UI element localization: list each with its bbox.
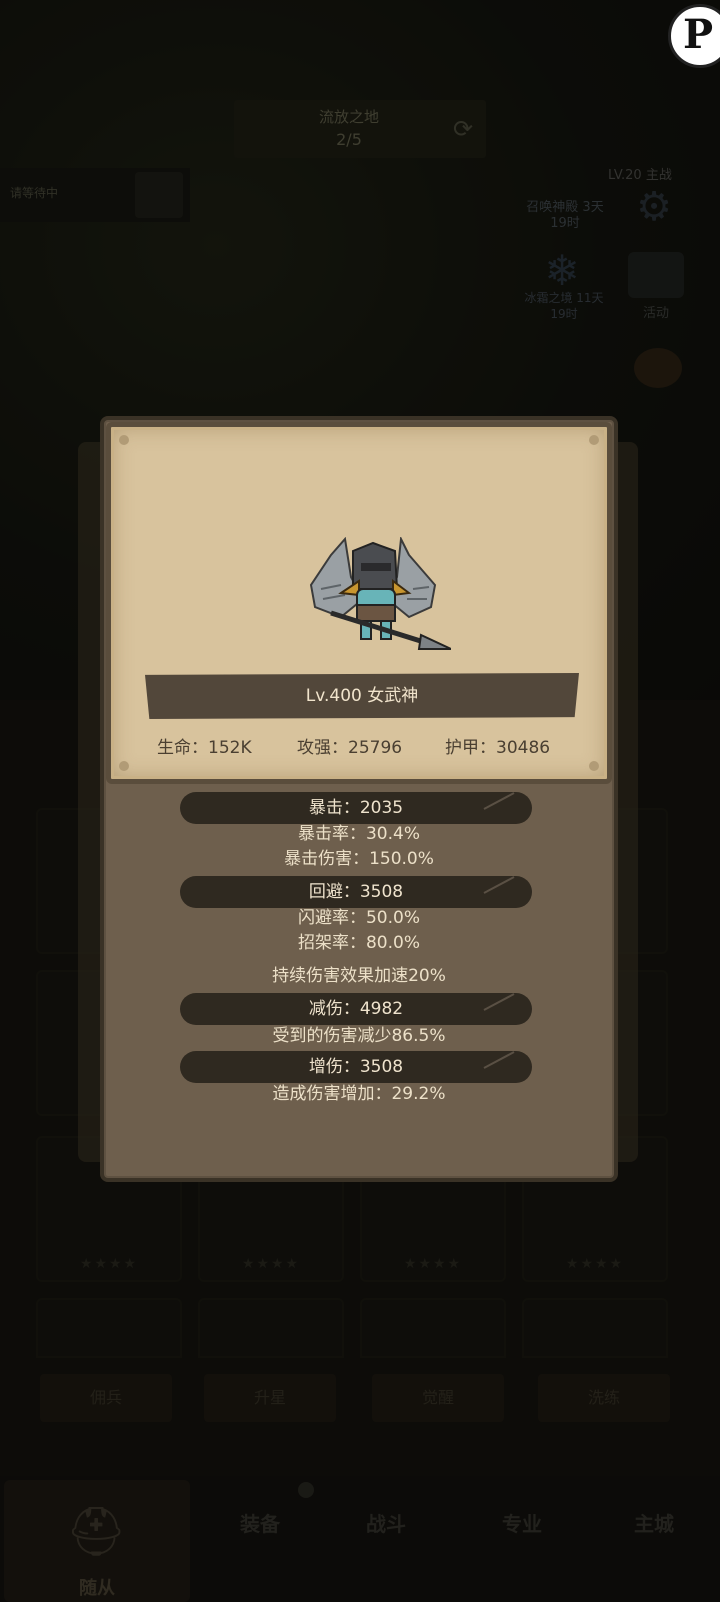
card-corner-decoration	[119, 435, 129, 445]
hp-stat: 生命：152K	[157, 738, 252, 758]
armor-stat: 护甲：30486	[445, 738, 551, 758]
star-rating-icon: ★★★★	[565, 1256, 625, 1272]
crit-stat: 暴击：2035	[308, 798, 404, 818]
attack-stat: 攻强：25796	[297, 738, 403, 758]
hero-slot[interactable]	[36, 1298, 182, 1358]
summon-event[interactable]: 召唤神殿 3天19时	[520, 150, 610, 240]
snow-event-label: 冰霜之境 11天19时	[524, 291, 604, 321]
hero-detail-dialog: Lv.400 女武神 生命：152K 攻强：25796 护甲：30486 暴击：…	[100, 416, 618, 1182]
nav-followers[interactable]: ⛑ 随从	[4, 1480, 190, 1602]
refine-button[interactable]: 洗练	[538, 1374, 670, 1422]
crit-damage: 暴击伤害：150.0%	[284, 849, 434, 869]
damage-amplify-desc: 造成伤害增加：29.2%	[272, 1084, 446, 1104]
stage-indicator[interactable]: 流放之地 2/5 ⟳	[234, 100, 486, 158]
star-up-button[interactable]: 升星	[204, 1374, 336, 1422]
activity-chest-icon[interactable]	[628, 252, 684, 298]
card-corner-decoration	[589, 761, 599, 771]
snowflake-icon[interactable]: ❄	[524, 246, 600, 296]
star-rating-icon: ★★★★	[241, 1256, 301, 1272]
nav-equipment[interactable]: 装备	[200, 1508, 320, 1537]
activity-label: 活动	[642, 306, 669, 321]
hero-name-level: Lv.400 女武神	[305, 686, 419, 706]
card-corner-decoration	[589, 435, 599, 445]
crit-rate: 暴击率：30.4%	[297, 824, 420, 844]
hero-slot[interactable]	[360, 1298, 506, 1358]
awaken-button[interactable]: 觉醒	[372, 1374, 504, 1422]
helmet-icon: ⛑	[65, 1504, 127, 1560]
summon-event-label: 召唤神殿 3天19时	[526, 200, 604, 231]
stage-switch-icon[interactable]: ⟳	[448, 114, 478, 144]
info-text: 请等待中	[10, 186, 59, 200]
stage-progress: 2/5	[336, 130, 362, 149]
notification-dot	[298, 1482, 314, 1498]
dot-speed: 持续伤害效果加速20%	[272, 966, 446, 986]
gear-icon[interactable]: ⚙	[628, 184, 680, 230]
recruit-button[interactable]: 佣兵	[40, 1374, 172, 1422]
stage-title: 流放之地	[318, 108, 379, 126]
info-box-icon[interactable]	[135, 172, 183, 218]
star-rating-icon: ★★★★	[79, 1256, 139, 1272]
star-rating-icon: ★★★★	[403, 1256, 463, 1272]
dodge-stat: 回避：3508	[308, 882, 404, 902]
nav-battle[interactable]: 战斗	[326, 1508, 446, 1537]
level-tag: LV.20 主战	[608, 168, 672, 183]
parry-rate: 招架率：80.0%	[297, 933, 420, 953]
hero-slot[interactable]	[522, 1298, 668, 1358]
info-bar: 请等待中	[0, 168, 190, 222]
damage-reduction-stat: 减伤：4982	[308, 999, 404, 1019]
damage-amplify-stat: 增伤：3508	[308, 1057, 404, 1077]
valkyrie-sprite	[309, 537, 451, 650]
hero-slot[interactable]	[198, 1298, 344, 1358]
coin-icon[interactable]	[634, 348, 682, 388]
damage-reduction-desc: 受到的伤害减少86.5%	[272, 1026, 446, 1046]
hero-card: Lv.400 女武神 生命：152K 攻强：25796 护甲：30486	[106, 422, 612, 784]
base-stats-row: 生命：152K 攻强：25796 护甲：30486	[111, 729, 607, 759]
nav-profession[interactable]: 专业	[462, 1508, 582, 1537]
nav-main-city[interactable]: 主城	[594, 1508, 714, 1537]
card-corner-decoration	[119, 761, 129, 771]
nav-followers-label: 随从	[79, 1578, 115, 1599]
dodge-rate: 闪避率：50.0%	[297, 908, 420, 928]
